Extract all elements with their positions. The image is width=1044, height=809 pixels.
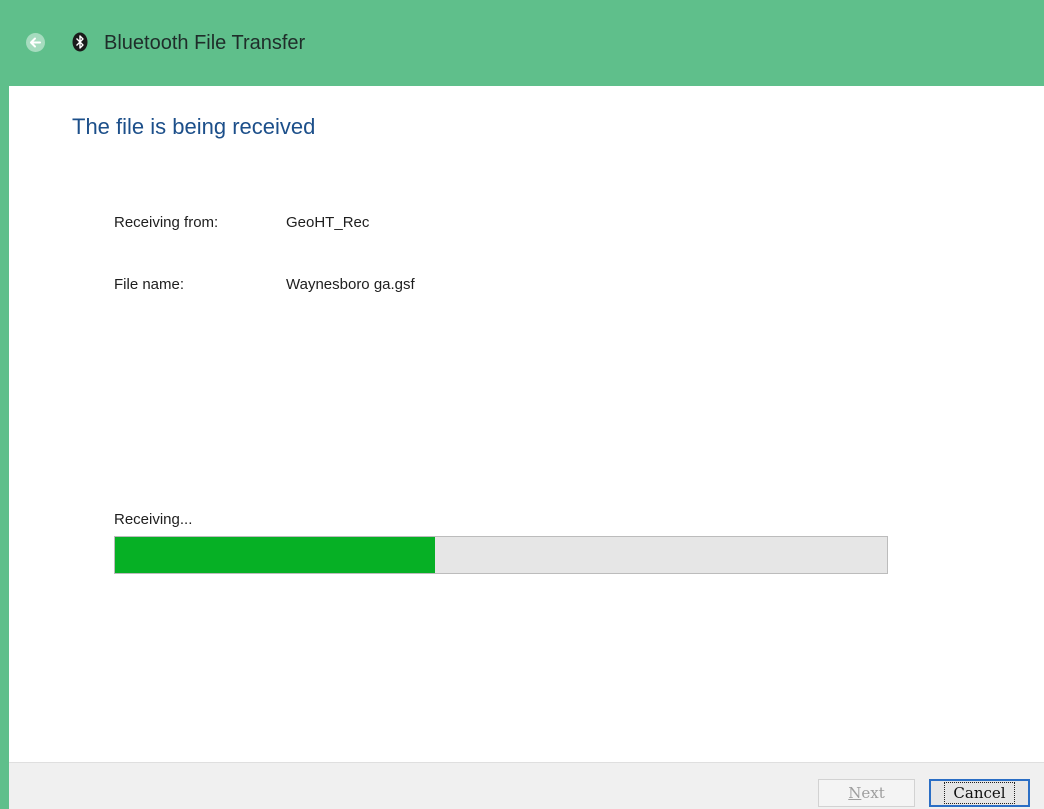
window-left-border (0, 0, 9, 809)
next-button[interactable]: Next (818, 779, 915, 807)
receiving-from-value: GeoHT_Rec (286, 214, 370, 231)
next-button-label: Next (848, 784, 885, 802)
file-name-label: File name: (114, 276, 185, 293)
file-name-value: Waynesboro ga.gsf (286, 276, 415, 293)
bluetooth-transfer-window: Bluetooth File Transfer The file is bein… (0, 0, 1044, 809)
bluetooth-icon (72, 32, 88, 52)
transfer-status-text: Receiving... (114, 511, 193, 528)
progress-bar-fill (115, 537, 436, 573)
cancel-button[interactable]: Cancel (929, 779, 1030, 807)
window-title: Bluetooth File Transfer (104, 32, 306, 54)
cancel-button-label: Cancel (944, 782, 1015, 804)
title-bar: Bluetooth File Transfer (0, 0, 1044, 86)
page-heading: The file is being received (72, 114, 316, 139)
back-arrow-icon[interactable] (26, 33, 45, 52)
progress-bar (114, 536, 888, 574)
receiving-from-label: Receiving from: (114, 214, 219, 231)
